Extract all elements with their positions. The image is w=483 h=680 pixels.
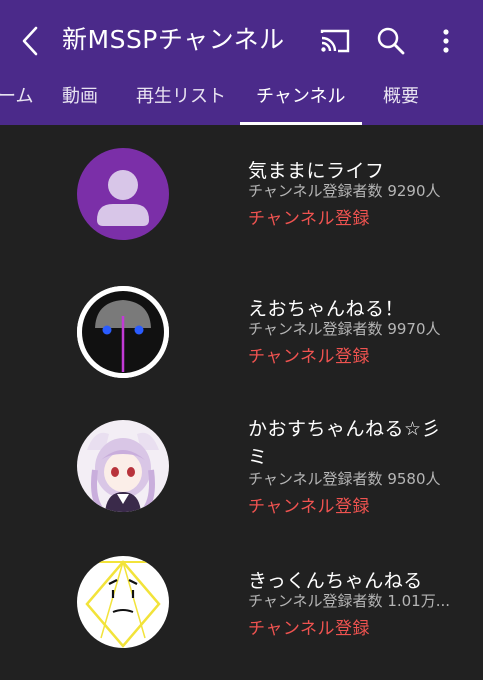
- tab-playlists[interactable]: 再生リスト: [136, 76, 226, 125]
- avatar[interactable]: [77, 420, 169, 512]
- cast-icon[interactable]: [318, 24, 352, 58]
- subscriber-count: チャンネル登録者数 9580人: [248, 470, 441, 488]
- subscriber-count: チャンネル登録者数 1.01万...: [248, 592, 451, 610]
- back-icon[interactable]: [18, 24, 44, 58]
- active-tab-indicator: [240, 122, 362, 125]
- tab-bar: ーム 動画 再生リスト チャンネル 概要: [0, 76, 483, 125]
- avatar[interactable]: [77, 556, 169, 648]
- subscribe-button[interactable]: チャンネル登録: [248, 204, 370, 229]
- search-icon[interactable]: [374, 24, 408, 58]
- subscriber-count: チャンネル登録者数 9290人: [248, 182, 441, 200]
- page-title: 新MSSPチャンネル: [62, 25, 285, 54]
- subscribe-button[interactable]: チャンネル登録: [248, 614, 370, 639]
- channel-name: えおちゃんねる！: [248, 298, 405, 320]
- channel-name: かおすちゃんねる☆彡: [248, 418, 442, 440]
- tab-channels[interactable]: チャンネル: [256, 76, 345, 125]
- subscribe-button[interactable]: チャンネル登録: [248, 492, 370, 517]
- more-icon[interactable]: [432, 24, 466, 58]
- avatar[interactable]: [77, 286, 169, 378]
- avatar[interactable]: [77, 148, 169, 240]
- app-header: 新MSSPチャンネル ーム 動画 再生リスト チャンネル 概要: [0, 0, 483, 125]
- subscriber-count: チャンネル登録者数 9970人: [248, 320, 441, 338]
- tab-videos[interactable]: 動画: [62, 76, 98, 125]
- tab-home[interactable]: ーム: [0, 76, 33, 125]
- channel-name-continued: ミ: [248, 446, 268, 468]
- subscribe-button[interactable]: チャンネル登録: [248, 342, 370, 367]
- channel-name: きっくんちゃんねる: [248, 570, 423, 592]
- channel-name: 気ままにライフ: [248, 160, 385, 182]
- tab-about[interactable]: 概要: [383, 76, 419, 125]
